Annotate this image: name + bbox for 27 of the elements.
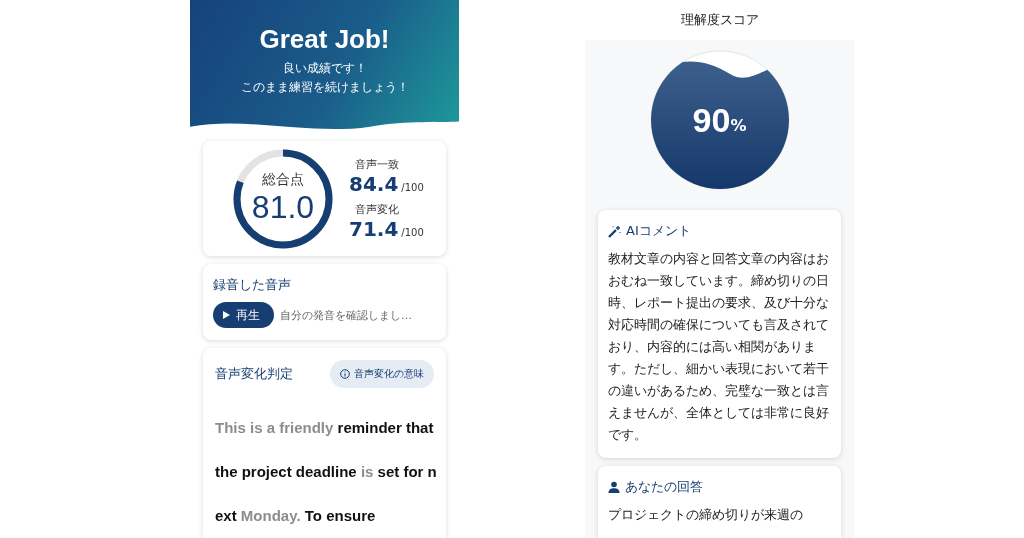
card-title: AIコメント	[608, 222, 831, 240]
subscore-max: /100	[401, 181, 424, 193]
score-unit: %	[730, 115, 747, 135]
subscore-label: 音声変化	[355, 201, 400, 217]
subscore-value: 71.4	[349, 216, 399, 241]
answer-text: プロジェクトの締め切りが来週の	[608, 506, 804, 524]
subscore-label: 音声一致	[355, 156, 400, 172]
play-icon	[223, 311, 230, 319]
passage-text: This is a friendly reminder that the project deadline is set for next Monday. To ensure	[215, 418, 438, 526]
recording-hint: 自分の発音を確認しまし…	[280, 307, 412, 323]
card-title: 音声変化判定	[215, 365, 293, 383]
subscore-value: 84.4	[349, 171, 399, 196]
header-message: 良い成績です！	[282, 60, 367, 77]
info-icon	[340, 369, 350, 379]
subscore-max: /100	[401, 226, 424, 238]
score-value: 81.0	[251, 189, 315, 227]
score-label: 総合点	[262, 171, 304, 190]
score-value: 90	[692, 100, 731, 140]
play-button[interactable]: 再生	[213, 302, 274, 328]
card-title: 録音した音声	[213, 276, 292, 294]
info-button[interactable]: 音声変化の意味	[330, 360, 434, 388]
person-icon	[608, 481, 620, 493]
card-title: あなたの回答	[608, 478, 831, 496]
header-message: このまま練習を続けましょう！	[240, 79, 409, 96]
header-title: Great Job!	[259, 24, 390, 55]
magic-wand-icon	[608, 224, 621, 238]
ai-comment-text: 教材文章の内容と回答文章の内容はおおむね一致しています。締め切りの日時、レポート提出の要求、及び十分な対応時間の確保についても言及されており、内容的には高い相関があります。ただし、細かい表現において若干の違いがあるため、完璧な一致とは言えませんが、全体としては非常に良好です。	[608, 250, 830, 444]
